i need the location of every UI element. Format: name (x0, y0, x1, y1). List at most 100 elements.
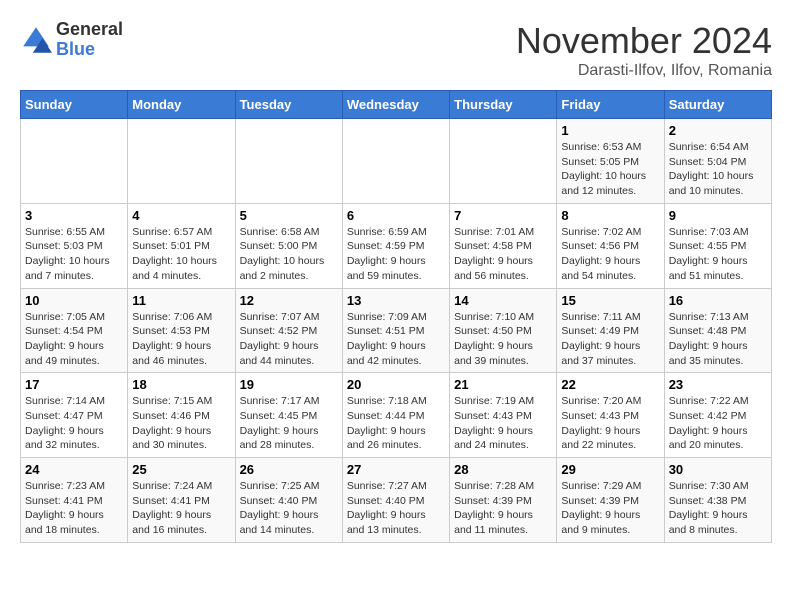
day-number: 29 (561, 462, 659, 477)
weekday-header-wednesday: Wednesday (342, 91, 449, 119)
day-info: Sunrise: 6:58 AMSunset: 5:00 PMDaylight:… (240, 225, 338, 284)
day-number: 7 (454, 208, 552, 223)
calendar-cell: 16 Sunrise: 7:13 AMSunset: 4:48 PMDayligh… (664, 288, 771, 373)
day-info: Sunrise: 7:30 AMSunset: 4:38 PMDaylight:… (669, 479, 767, 538)
calendar-cell: 27 Sunrise: 7:27 AMSunset: 4:40 PMDayligh… (342, 458, 449, 543)
day-number: 12 (240, 293, 338, 308)
calendar-week-2: 3Sunrise: 6:55 AMSunset: 5:03 PMDaylight… (21, 203, 772, 288)
day-number: 5 (240, 208, 338, 223)
weekday-header-thursday: Thursday (450, 91, 557, 119)
day-number: 26 (240, 462, 338, 477)
day-number: 30 (669, 462, 767, 477)
calendar-cell: 7Sunrise: 7:01 AMSunset: 4:58 PMDaylight… (450, 203, 557, 288)
calendar-cell: 4Sunrise: 6:57 AMSunset: 5:01 PMDaylight… (128, 203, 235, 288)
calendar-cell: 17 Sunrise: 7:14 AMSunset: 4:47 PMDayligh… (21, 373, 128, 458)
day-number: 8 (561, 208, 659, 223)
day-number: 27 (347, 462, 445, 477)
calendar-cell (342, 119, 449, 204)
day-number: 15 (561, 293, 659, 308)
day-info: Sunrise: 7:05 AMSunset: 4:54 PMDaylight:… (25, 310, 123, 369)
calendar-cell: 3Sunrise: 6:55 AMSunset: 5:03 PMDaylight… (21, 203, 128, 288)
day-number: 1 (561, 123, 659, 138)
calendar-cell: 14 Sunrise: 7:10 AMSunset: 4:50 PMDayligh… (450, 288, 557, 373)
day-info: Sunrise: 7:18 AMSunset: 4:44 PMDaylight:… (347, 394, 445, 453)
day-info: Sunrise: 7:23 AMSunset: 4:41 PMDaylight:… (25, 479, 123, 538)
location: Darasti-Ilfov, Ilfov, Romania (516, 62, 772, 80)
title-block: November 2024 Darasti-Ilfov, Ilfov, Roma… (516, 20, 772, 80)
calendar-cell: 12 Sunrise: 7:07 AMSunset: 4:52 PMDayligh… (235, 288, 342, 373)
day-info: Sunrise: 7:11 AMSunset: 4:49 PMDaylight:… (561, 310, 659, 369)
day-info: Sunrise: 6:54 AMSunset: 5:04 PMDaylight:… (669, 140, 767, 199)
calendar-cell: 2 Sunrise: 6:54 AMSunset: 5:04 PMDaylight… (664, 119, 771, 204)
calendar-cell: 25Sunrise: 7:24 AMSunset: 4:41 PMDayligh… (128, 458, 235, 543)
calendar-cell: 29 Sunrise: 7:29 AMSunset: 4:39 PMDayligh… (557, 458, 664, 543)
day-number: 28 (454, 462, 552, 477)
day-number: 2 (669, 123, 767, 138)
calendar-cell: 13 Sunrise: 7:09 AMSunset: 4:51 PMDayligh… (342, 288, 449, 373)
calendar-table: SundayMondayTuesdayWednesdayThursdayFrid… (20, 90, 772, 543)
day-info: Sunrise: 7:10 AMSunset: 4:50 PMDaylight:… (454, 310, 552, 369)
header: General Blue November 2024 Darasti-Ilfov… (20, 20, 772, 80)
day-info: Sunrise: 7:27 AMSunset: 4:40 PMDaylight:… (347, 479, 445, 538)
day-info: Sunrise: 7:29 AMSunset: 4:39 PMDaylight:… (561, 479, 659, 538)
month-year: November 2024 (516, 20, 772, 62)
calendar-cell (450, 119, 557, 204)
logo-icon (20, 24, 52, 56)
calendar-cell: 22 Sunrise: 7:20 AMSunset: 4:43 PMDayligh… (557, 373, 664, 458)
day-number: 18 (132, 377, 230, 392)
calendar-cell: 20 Sunrise: 7:18 AMSunset: 4:44 PMDayligh… (342, 373, 449, 458)
day-info: Sunrise: 7:02 AMSunset: 4:56 PMDaylight:… (561, 225, 659, 284)
weekday-header-sunday: Sunday (21, 91, 128, 119)
day-number: 11 (132, 293, 230, 308)
day-number: 22 (561, 377, 659, 392)
day-info: Sunrise: 7:14 AMSunset: 4:47 PMDaylight:… (25, 394, 123, 453)
calendar-cell: 28 Sunrise: 7:28 AMSunset: 4:39 PMDayligh… (450, 458, 557, 543)
calendar-cell: 18 Sunrise: 7:15 AMSunset: 4:46 PMDayligh… (128, 373, 235, 458)
logo-blue-text: Blue (56, 40, 123, 60)
calendar-cell: 9Sunrise: 7:03 AMSunset: 4:55 PMDaylight… (664, 203, 771, 288)
day-number: 20 (347, 377, 445, 392)
day-number: 6 (347, 208, 445, 223)
day-number: 10 (25, 293, 123, 308)
calendar-cell: 21 Sunrise: 7:19 AMSunset: 4:43 PMDayligh… (450, 373, 557, 458)
day-number: 24 (25, 462, 123, 477)
logo: General Blue (20, 20, 123, 60)
calendar-cell: 30 Sunrise: 7:30 AMSunset: 4:38 PMDayligh… (664, 458, 771, 543)
calendar-cell: 19Sunrise: 7:17 AMSunset: 4:45 PMDayligh… (235, 373, 342, 458)
day-number: 16 (669, 293, 767, 308)
calendar-cell: 1 Sunrise: 6:53 AMSunset: 5:05 PMDaylight… (557, 119, 664, 204)
weekday-header-saturday: Saturday (664, 91, 771, 119)
calendar-cell: 24 Sunrise: 7:23 AMSunset: 4:41 PMDayligh… (21, 458, 128, 543)
day-number: 21 (454, 377, 552, 392)
weekday-header-tuesday: Tuesday (235, 91, 342, 119)
calendar-cell (128, 119, 235, 204)
day-info: Sunrise: 6:59 AMSunset: 4:59 PMDaylight:… (347, 225, 445, 284)
calendar-cell: 10 Sunrise: 7:05 AMSunset: 4:54 PMDayligh… (21, 288, 128, 373)
day-info: Sunrise: 7:28 AMSunset: 4:39 PMDaylight:… (454, 479, 552, 538)
day-info: Sunrise: 7:03 AMSunset: 4:55 PMDaylight:… (669, 225, 767, 284)
calendar-cell: 26Sunrise: 7:25 AMSunset: 4:40 PMDayligh… (235, 458, 342, 543)
day-number: 14 (454, 293, 552, 308)
day-number: 4 (132, 208, 230, 223)
day-info: Sunrise: 7:07 AMSunset: 4:52 PMDaylight:… (240, 310, 338, 369)
day-info: Sunrise: 7:13 AMSunset: 4:48 PMDaylight:… (669, 310, 767, 369)
calendar-week-4: 17 Sunrise: 7:14 AMSunset: 4:47 PMDayligh… (21, 373, 772, 458)
calendar-cell (21, 119, 128, 204)
day-number: 13 (347, 293, 445, 308)
day-info: Sunrise: 6:53 AMSunset: 5:05 PMDaylight:… (561, 140, 659, 199)
day-info: Sunrise: 7:20 AMSunset: 4:43 PMDaylight:… (561, 394, 659, 453)
weekday-header-row: SundayMondayTuesdayWednesdayThursdayFrid… (21, 91, 772, 119)
day-info: Sunrise: 7:19 AMSunset: 4:43 PMDaylight:… (454, 394, 552, 453)
calendar-week-5: 24 Sunrise: 7:23 AMSunset: 4:41 PMDayligh… (21, 458, 772, 543)
day-info: Sunrise: 7:09 AMSunset: 4:51 PMDaylight:… (347, 310, 445, 369)
logo-general-text: General (56, 20, 123, 40)
day-info: Sunrise: 7:15 AMSunset: 4:46 PMDaylight:… (132, 394, 230, 453)
day-info: Sunrise: 6:55 AMSunset: 5:03 PMDaylight:… (25, 225, 123, 284)
day-info: Sunrise: 7:06 AMSunset: 4:53 PMDaylight:… (132, 310, 230, 369)
calendar-cell: 15 Sunrise: 7:11 AMSunset: 4:49 PMDayligh… (557, 288, 664, 373)
weekday-header-monday: Monday (128, 91, 235, 119)
day-number: 25 (132, 462, 230, 477)
day-number: 17 (25, 377, 123, 392)
calendar-week-1: 1 Sunrise: 6:53 AMSunset: 5:05 PMDaylight… (21, 119, 772, 204)
calendar-cell (235, 119, 342, 204)
